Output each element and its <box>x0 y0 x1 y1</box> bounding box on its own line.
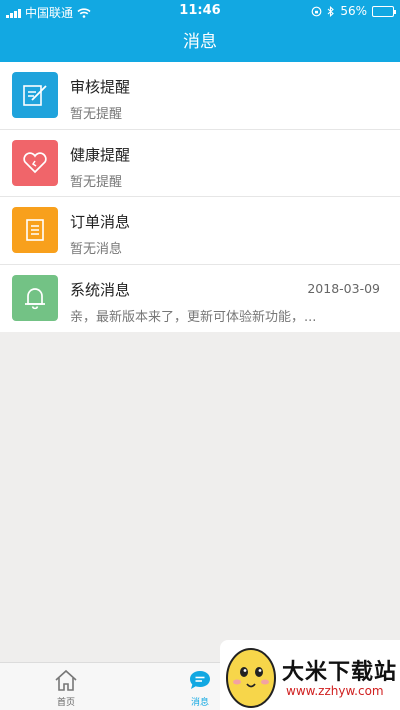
bell-icon <box>12 274 58 321</box>
battery-percent: 56% <box>340 4 367 18</box>
status-right-group: 56% <box>311 4 396 18</box>
watermark-title: 大米下载站 <box>282 660 398 685</box>
message-item-system[interactable]: 系统消息 2018-03-09 亲，最新版本来了，更新可体验新功能，... <box>0 265 400 333</box>
message-item-review[interactable]: 审核提醒 暂无提醒 <box>0 62 400 130</box>
home-icon <box>55 669 77 691</box>
message-list: 审核提醒 暂无提醒 健康提醒 暂无提醒 订单消息 暂无消息 系统消息 2018-… <box>0 62 400 332</box>
message-item-order[interactable]: 订单消息 暂无消息 <box>0 197 400 265</box>
message-icon <box>190 671 210 689</box>
lock-rotation-icon <box>311 6 322 16</box>
page-title: 消息 <box>0 22 400 62</box>
order-list-icon <box>12 207 58 253</box>
message-title: 审核提醒 <box>70 78 131 96</box>
battery-icon <box>372 5 396 17</box>
bluetooth-icon <box>327 5 335 17</box>
message-item-health[interactable]: 健康提醒 暂无提醒 <box>0 130 400 197</box>
site-watermark: 大米下载站 www.zzhyw.com <box>220 640 400 710</box>
tab-home-label: 首页 <box>56 698 75 708</box>
message-date: 2018-03-09 <box>307 280 380 296</box>
message-title: 健康提醒 <box>70 145 131 164</box>
mascot-logo <box>226 648 276 708</box>
review-icon <box>12 72 58 118</box>
watermark-url: www.zzhyw.com <box>286 684 384 698</box>
message-subtitle: 暂无提醒 <box>70 107 123 122</box>
message-subtitle: 暂无提醒 <box>70 174 123 190</box>
tab-home[interactable]: 首页 <box>1 663 131 710</box>
heart-icon <box>12 139 58 186</box>
message-subtitle: 亲，最新版本来了，更新可体验新功能，... <box>70 309 317 325</box>
status-bar: 中国联通 11:46 56% <box>0 0 400 22</box>
message-title: 订单消息 <box>70 213 131 231</box>
message-title: 系统消息 <box>70 280 131 299</box>
message-subtitle: 暂无消息 <box>70 242 123 257</box>
